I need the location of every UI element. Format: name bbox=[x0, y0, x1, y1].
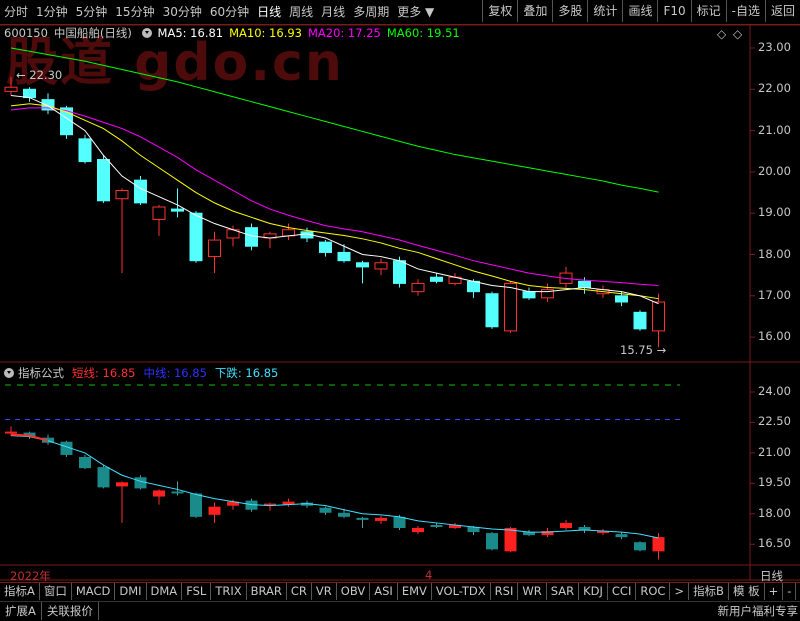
indicator-tab-18[interactable]: CCI bbox=[608, 583, 637, 600]
candle-body bbox=[78, 138, 92, 163]
candle-body bbox=[208, 239, 221, 258]
indicator-tab-20[interactable]: > bbox=[670, 583, 690, 600]
indicator-tick-label: 19.50 bbox=[758, 475, 791, 490]
candle-body bbox=[578, 280, 591, 289]
indicator-tick-label: 21.00 bbox=[758, 444, 791, 459]
indicator-candle-body bbox=[615, 534, 628, 538]
indicator-tab-2[interactable]: MACD bbox=[72, 583, 116, 600]
price-tick-label: 20.00 bbox=[758, 163, 791, 178]
indicator-tab-1[interactable]: 窗口 bbox=[40, 583, 72, 600]
indicator-tab-0[interactable]: 指标A bbox=[0, 583, 40, 600]
candle-body bbox=[23, 88, 36, 99]
indicator-tab-14[interactable]: RSI bbox=[491, 583, 519, 600]
indicator-tab-5[interactable]: FSL bbox=[182, 583, 212, 600]
low-price-label: 15.75 → bbox=[620, 343, 667, 358]
indicator-candle-body bbox=[393, 516, 406, 529]
indicator-tab-6[interactable]: TRIX bbox=[211, 583, 247, 600]
high-price-label: ← 22.30 bbox=[16, 67, 63, 82]
candle-body bbox=[615, 295, 628, 303]
indicator-tab-10[interactable]: OBV bbox=[337, 583, 371, 600]
indicator-candle-body bbox=[97, 467, 110, 488]
indicator-candle-body bbox=[504, 528, 517, 552]
indicator-tab-7[interactable]: BRAR bbox=[247, 583, 287, 600]
indicator-candle-body bbox=[153, 490, 165, 497]
price-tick-label: 23.00 bbox=[758, 40, 791, 54]
price-tick-label: 18.00 bbox=[758, 246, 791, 261]
candle-body bbox=[504, 282, 517, 332]
candle-body bbox=[393, 260, 406, 284]
time-axis-mid: 4 bbox=[425, 568, 433, 582]
indicator-candle-body bbox=[338, 512, 350, 517]
candle-body bbox=[152, 206, 166, 220]
candle-body bbox=[319, 241, 332, 253]
candle-body bbox=[171, 208, 184, 212]
kline-chart[interactable] bbox=[0, 0, 800, 620]
indicator-tab-21[interactable]: 指标B bbox=[689, 583, 729, 600]
price-tick-label: 17.00 bbox=[758, 287, 791, 302]
indicator-tab-22[interactable]: 模 板 bbox=[729, 583, 765, 600]
indicator-candle-body bbox=[375, 517, 387, 521]
candle-body bbox=[189, 212, 203, 262]
candle-body bbox=[245, 227, 258, 247]
status-bar: 扩展A 关联报价 新用户福利专享 bbox=[0, 601, 800, 621]
candle-body bbox=[97, 159, 110, 202]
candle-body bbox=[652, 301, 665, 332]
indicator-tab-11[interactable]: ASI bbox=[370, 583, 398, 600]
status-related-quote-button[interactable]: 关联报价 bbox=[42, 602, 99, 620]
indicator-candle-body bbox=[134, 477, 147, 489]
indicator-tab-23[interactable]: + bbox=[765, 583, 784, 600]
price-tick-label: 21.00 bbox=[758, 122, 791, 137]
candle-body bbox=[485, 293, 499, 328]
indicator-tab-4[interactable]: DMA bbox=[147, 583, 183, 600]
candle-body bbox=[411, 282, 425, 293]
indicator-candle-body bbox=[208, 506, 221, 515]
candle-body bbox=[4, 86, 18, 92]
indicator-candle-body bbox=[116, 482, 128, 487]
indicator-tick-label: 16.50 bbox=[758, 536, 791, 551]
indicator-candle-body bbox=[430, 524, 443, 527]
status-promo-link[interactable]: 新用户福利专享 bbox=[718, 602, 799, 620]
price-tick-label: 19.00 bbox=[758, 205, 791, 220]
indicator-tick-label: 22.50 bbox=[758, 414, 791, 429]
candle-body bbox=[374, 262, 388, 270]
indicator-candle-body bbox=[634, 542, 646, 551]
price-tick-label: 22.00 bbox=[758, 81, 791, 96]
indicator-tab-9[interactable]: VR bbox=[312, 583, 337, 600]
indicator-tick-label: 18.00 bbox=[758, 505, 791, 520]
indicator-tab-15[interactable]: WR bbox=[518, 583, 547, 600]
indicator-tab-8[interactable]: CR bbox=[287, 583, 312, 600]
indicator-tab-3[interactable]: DMI bbox=[115, 583, 147, 600]
indicator-tick-label: 24.00 bbox=[758, 384, 791, 398]
candle-body bbox=[522, 291, 536, 299]
candle-body bbox=[467, 280, 480, 293]
candle-body bbox=[430, 276, 443, 282]
candle-body bbox=[337, 251, 351, 262]
candle-body bbox=[115, 189, 129, 200]
candle-body bbox=[633, 311, 647, 330]
indicator-tab-16[interactable]: SAR bbox=[547, 583, 580, 600]
indicator-tab-17[interactable]: KDJ bbox=[579, 583, 608, 600]
indicator-candle-body bbox=[412, 528, 424, 533]
indicator-candle-body bbox=[79, 456, 91, 469]
candle-body bbox=[134, 179, 147, 204]
indicator-tab-24[interactable]: - bbox=[783, 583, 797, 600]
indicator-candle-body bbox=[560, 522, 572, 529]
indicator-candle-body bbox=[190, 493, 202, 517]
indicator-candle-body bbox=[652, 537, 665, 552]
candle-body bbox=[356, 262, 369, 268]
indicator-tab-12[interactable]: EMV bbox=[398, 583, 432, 600]
price-tick-label: 16.00 bbox=[758, 329, 791, 344]
indicator-candle-body bbox=[356, 517, 369, 520]
indicator-tab-19[interactable]: ROC bbox=[636, 583, 671, 600]
indicator-candle-body bbox=[319, 507, 332, 513]
indicator-candle-body bbox=[171, 491, 184, 494]
indicator-tab-13[interactable]: VOL-TDX bbox=[432, 583, 491, 600]
indicator-candle-body bbox=[486, 533, 498, 550]
indicator-tabs: 指标A 窗口 MACD DMI DMA FSL TRIX BRAR CR VR OBV ASI EMV V… bbox=[0, 582, 800, 601]
status-expand-button[interactable]: 扩展A bbox=[0, 602, 42, 620]
indicator-candle-body bbox=[5, 431, 17, 434]
